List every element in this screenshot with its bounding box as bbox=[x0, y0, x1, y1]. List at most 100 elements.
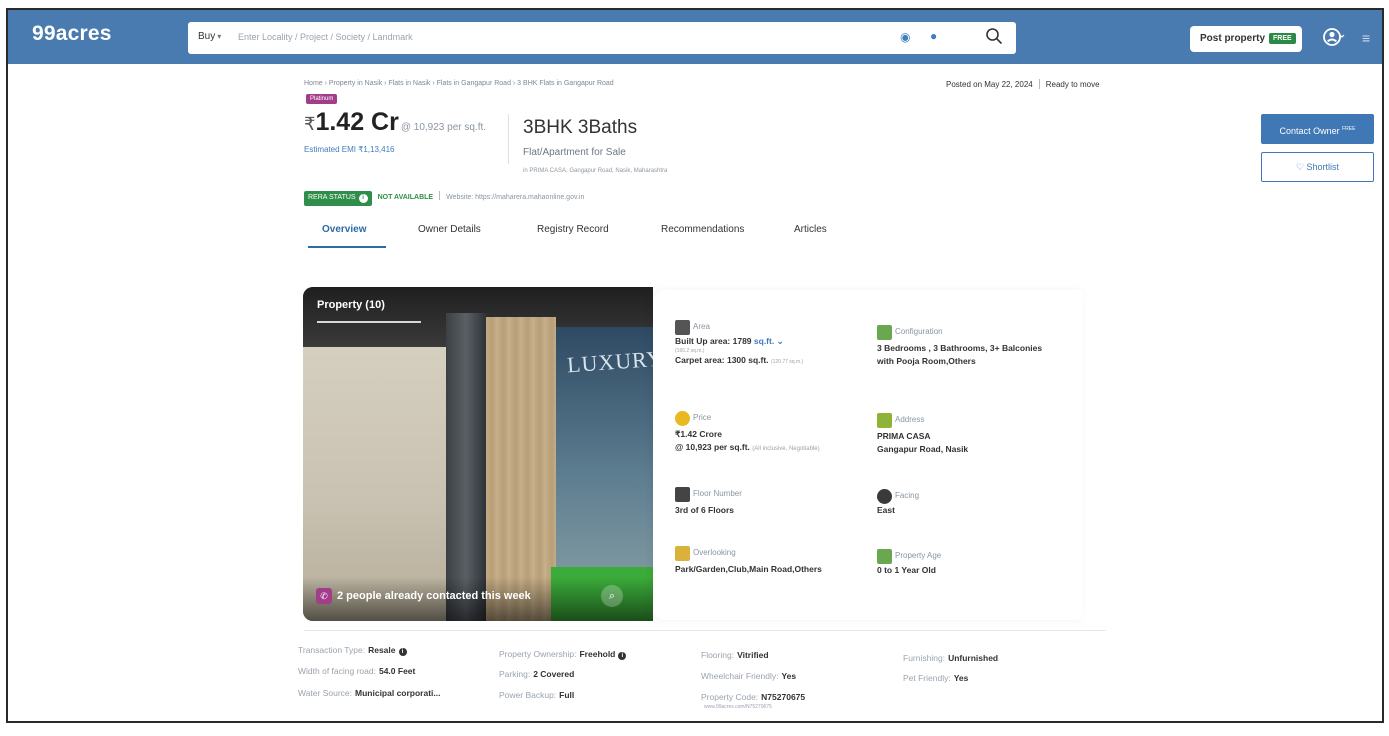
breadcrumb[interactable]: Home › Property in Nasik › Flats in Nasi… bbox=[304, 80, 614, 87]
built-up-area: Built Up area: 1789 sq.ft. ⌄ bbox=[675, 335, 803, 348]
chevron-down-icon[interactable]: ⌄ bbox=[774, 336, 784, 346]
fact-key: Water Source: bbox=[298, 688, 353, 698]
rera-website[interactable]: Website: https://maharera.mahaonline.gov… bbox=[446, 194, 584, 201]
rera-separator bbox=[439, 191, 441, 200]
fact-value: 54.0 Feet bbox=[378, 666, 416, 676]
fact-value: Unfurnished bbox=[948, 653, 999, 663]
photo-wood-panel bbox=[486, 317, 556, 621]
contact-owner-label: Contact Owner bbox=[1279, 126, 1340, 136]
detail-label: Configuration bbox=[895, 327, 943, 336]
floor-icon bbox=[675, 487, 690, 502]
price-per-sqft-detail: @ 10,923 per sq.ft. (All inclusive, Nego… bbox=[675, 441, 820, 456]
fact-power-backup: Power Backup: Full bbox=[499, 690, 574, 700]
unit-dropdown[interactable]: sq.ft. bbox=[754, 336, 774, 346]
fact-value: Yes bbox=[953, 673, 969, 683]
contact-owner-button[interactable]: Contact Owner FREE bbox=[1261, 114, 1374, 144]
address-line1: PRIMA CASA bbox=[877, 431, 931, 441]
microphone-icon[interactable]: ● bbox=[930, 29, 937, 43]
search-input[interactable]: Enter Locality / Project / Society / Lan… bbox=[238, 32, 413, 42]
fact-transaction-type: Transaction Type: Resale i bbox=[298, 645, 407, 656]
listing-subtitle: Flat/Apartment for Sale bbox=[523, 147, 626, 158]
detail-label: Facing bbox=[895, 491, 920, 500]
listing-location[interactable]: in PRIMA CASA, Gangapur Road, Nasik, Mah… bbox=[523, 168, 667, 174]
overlooking-value: Park/Garden,Club,Main Road,Others bbox=[675, 564, 822, 574]
fact-key: Width of facing road: bbox=[298, 666, 376, 676]
post-property-label: Post property bbox=[1200, 33, 1266, 44]
floor-value: 3rd of 6 Floors bbox=[675, 505, 735, 515]
fact-value: Vitrified bbox=[737, 650, 769, 660]
fact-value: Full bbox=[559, 690, 575, 700]
posted-info: Posted on May 22, 2024 Ready to move bbox=[946, 79, 1100, 89]
top-navbar: 99acres Buy ▾ Enter Locality / Project / … bbox=[8, 10, 1382, 64]
property-age-value: 0 to 1 Year Old bbox=[877, 565, 936, 575]
contacted-count-note: 2 people already contacted this week bbox=[337, 590, 531, 602]
section-tabs: Overview Owner Details Registry Record R… bbox=[308, 220, 868, 248]
detail-label: Address bbox=[895, 415, 925, 424]
fact-key: Furnishing: bbox=[903, 653, 946, 663]
detail-label: Price bbox=[693, 413, 712, 422]
site-logo[interactable]: 99acres bbox=[32, 22, 112, 46]
posted-separator bbox=[1038, 79, 1040, 89]
detail-label: Property Age bbox=[895, 551, 942, 560]
page-frame: 99acres Buy ▾ Enter Locality / Project / … bbox=[6, 8, 1384, 723]
info-icon[interactable]: i bbox=[618, 652, 627, 660]
rera-badge-label: RERA STATUS bbox=[308, 194, 356, 201]
price-value: 1.42 Cr bbox=[315, 108, 399, 136]
price-block: ₹1.42 Cr @ 10,923 per sq.ft. bbox=[304, 108, 486, 137]
detail-label: Floor Number bbox=[693, 489, 742, 498]
configuration-line1: 3 Bedrooms , 3 Bathrooms, 3+ Balconies bbox=[877, 343, 1043, 353]
heart-icon: ♡ bbox=[1295, 162, 1305, 172]
info-icon[interactable]: i bbox=[398, 648, 407, 656]
fact-furnishing: Furnishing: Unfurnished bbox=[903, 653, 998, 663]
fact-flooring: Flooring: Vitrified bbox=[701, 650, 769, 660]
shortlist-button[interactable]: ♡ Shortlist bbox=[1261, 152, 1374, 182]
fact-key: Property Ownership: bbox=[499, 649, 577, 659]
fact-value: N75270675 bbox=[761, 692, 806, 702]
tab-owner-details[interactable]: Owner Details bbox=[418, 224, 481, 235]
detail-label: Overlooking bbox=[693, 548, 736, 557]
fact-key: Power Backup: bbox=[499, 690, 557, 700]
facing-value: East bbox=[877, 505, 895, 515]
fact-key: Flooring: bbox=[701, 650, 735, 660]
facts-divider bbox=[304, 630, 1106, 631]
fact-road-width: Width of facing road: 54.0 Feet bbox=[298, 666, 415, 676]
listing-title: 3BHK 3Baths bbox=[523, 117, 638, 138]
zoom-icon[interactable]: ⌕ bbox=[601, 585, 623, 607]
fact-parking: Parking: 2 Covered bbox=[499, 669, 574, 679]
fact-key: Parking: bbox=[499, 669, 531, 679]
tab-articles[interactable]: Articles bbox=[794, 224, 827, 235]
tab-recommendations[interactable]: Recommendations bbox=[661, 224, 744, 235]
configuration-icon bbox=[877, 325, 892, 340]
fact-property-code: Property Code: N75270675 bbox=[701, 692, 805, 702]
rera-status-badge[interactable]: RERA STATUS i bbox=[304, 191, 372, 206]
location-icon[interactable]: ◉ bbox=[900, 30, 910, 44]
posted-date: Posted on May 22, 2024 bbox=[946, 80, 1033, 89]
chevron-down-icon: ▾ bbox=[217, 32, 222, 41]
gallery-title[interactable]: Property (10) bbox=[317, 299, 385, 311]
buy-dropdown[interactable]: Buy ▾ bbox=[198, 31, 221, 42]
property-photo-gallery[interactable]: LUXURY Property (10) ✆ 2 people already … bbox=[303, 287, 653, 621]
buy-label: Buy bbox=[198, 31, 216, 42]
header-divider bbox=[508, 114, 509, 164]
price-crore: ₹1.42 Crore bbox=[675, 429, 722, 439]
fact-pet-friendly: Pet Friendly: Yes bbox=[903, 673, 968, 683]
search-icon[interactable] bbox=[984, 26, 1004, 46]
price-note: (All inclusive, Negotiable) bbox=[752, 446, 820, 452]
property-code-url[interactable]: www.99acres.com/N75270675 bbox=[704, 704, 772, 710]
price-tag-icon bbox=[675, 411, 690, 426]
carpet-area: Carpet area: 1300 sq.ft. (120.77 sq.m.) bbox=[675, 354, 803, 369]
emi-link[interactable]: Estimated EMI ₹1,13,416 bbox=[304, 145, 394, 154]
post-property-button[interactable]: Post property FREE bbox=[1190, 26, 1302, 52]
fact-value: Resale bbox=[368, 645, 396, 655]
price-per-sqft-value: @ 10,923 per sq.ft. bbox=[675, 442, 750, 452]
fact-value: Municipal corporati... bbox=[355, 688, 441, 698]
tab-registry-record[interactable]: Registry Record bbox=[537, 224, 609, 235]
user-account-icon[interactable] bbox=[1323, 26, 1345, 48]
active-tab-indicator bbox=[308, 246, 386, 248]
hamburger-menu-icon[interactable]: ≡ bbox=[1362, 30, 1370, 46]
window-icon bbox=[675, 546, 690, 561]
fact-value: 2 Covered bbox=[533, 669, 575, 679]
search-bar[interactable]: Buy ▾ Enter Locality / Project / Society … bbox=[188, 22, 1016, 54]
tab-overview[interactable]: Overview bbox=[322, 224, 366, 235]
rera-status-value: NOT AVAILABLE bbox=[377, 194, 434, 201]
